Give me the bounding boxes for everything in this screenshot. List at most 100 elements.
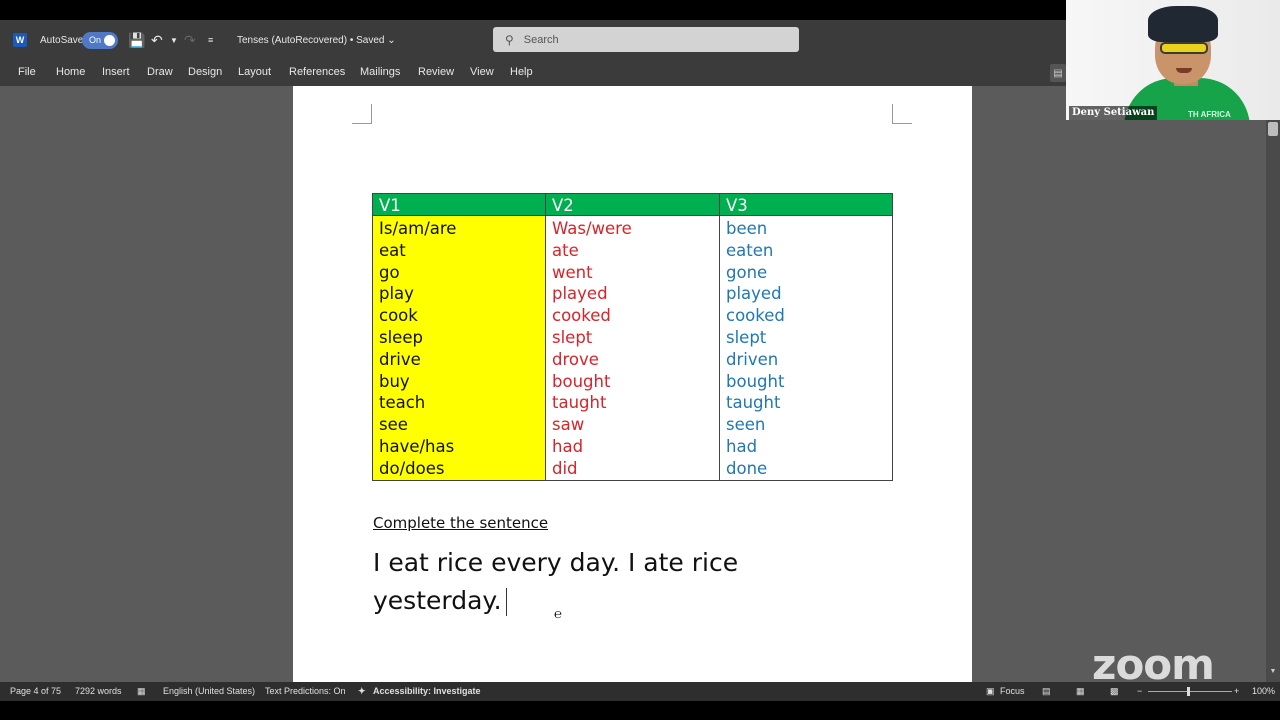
margin-corner-mark	[892, 104, 912, 124]
v2-word: cooked	[552, 306, 611, 326]
v3-word: eaten	[726, 240, 774, 260]
word-count[interactable]: 7292 words	[75, 686, 122, 696]
redo-icon[interactable]: ↷	[184, 20, 196, 60]
verb-forms-table[interactable]: V1 V2 V3 Is/am/are eat go play cook slee…	[372, 193, 893, 481]
sentence-paragraph[interactable]: I eat rice every day. I ate rice yesterd…	[373, 544, 793, 620]
tab-mailings[interactable]: Mailings	[360, 66, 400, 78]
tab-home[interactable]: Home	[56, 66, 85, 78]
v2-word: Was/were	[552, 219, 632, 238]
presenter-glasses	[1160, 42, 1208, 54]
v3-word: played	[726, 284, 782, 304]
tab-design[interactable]: Design	[188, 66, 222, 78]
sentence-line-1: I eat rice every day. I ate rice	[373, 548, 739, 577]
text-predictions-status[interactable]: Text Predictions: On	[265, 686, 346, 696]
tab-help[interactable]: Help	[510, 66, 533, 78]
v1-word: teach	[379, 393, 426, 413]
toggle-knob	[104, 34, 115, 46]
presenter-hair	[1148, 6, 1218, 42]
v1-word: buy	[379, 371, 410, 391]
v2-word: slept	[552, 327, 593, 347]
search-placeholder: Search	[523, 33, 559, 46]
word-logo-icon: W	[13, 20, 27, 60]
ribbon-tabs: File Home Insert Draw Design Layout Refe…	[0, 60, 1066, 86]
bottom-black-strip	[0, 701, 1280, 720]
vertical-scrollbar[interactable]	[1266, 120, 1280, 682]
header-v2[interactable]: V2	[545, 193, 720, 216]
v3-word: driven	[726, 349, 779, 369]
v2-word: bought	[552, 371, 611, 391]
search-icon: ⚲	[505, 32, 514, 47]
v1-column-cell[interactable]: Is/am/are eat go play cook sleep drive b…	[372, 215, 546, 481]
zoom-in-icon[interactable]: +	[1234, 686, 1239, 696]
v2-word: played	[552, 284, 608, 304]
focus-icon[interactable]: ▣	[986, 686, 995, 697]
page-count[interactable]: Page 4 of 75	[10, 686, 61, 696]
v1-word: have/has	[379, 436, 455, 456]
scroll-down-icon[interactable]: ▼	[1268, 668, 1278, 678]
top-black-strip	[0, 0, 1066, 20]
accessibility-status[interactable]: Accessibility: Investigate	[373, 686, 481, 696]
tab-draw[interactable]: Draw	[147, 66, 173, 78]
language-status[interactable]: English (United States)	[163, 686, 255, 696]
focus-button[interactable]: Focus	[1000, 686, 1025, 696]
document-title[interactable]: Tenses (AutoRecovered) • Saved ⌄	[237, 20, 396, 60]
header-v3[interactable]: V3	[719, 193, 893, 216]
text-cursor	[505, 588, 507, 616]
table-body-row: Is/am/are eat go play cook sleep drive b…	[372, 215, 893, 481]
v3-column-cell[interactable]: been eaten gone played cooked slept driv…	[719, 215, 893, 481]
v3-word: taught	[726, 393, 781, 413]
v3-word: done	[726, 458, 768, 478]
search-input[interactable]: ⚲ Search	[493, 27, 799, 52]
autosave-label: AutoSave	[40, 34, 84, 46]
shirt-print: TH AFRICA	[1188, 110, 1231, 119]
v1-word: Is/am/are	[379, 219, 457, 238]
document-page[interactable]: V1 V2 V3 Is/am/are eat go play cook slee…	[293, 86, 972, 682]
v3-word: bought	[726, 371, 785, 391]
v1-word: go	[379, 262, 400, 282]
tab-references[interactable]: References	[289, 66, 345, 78]
v3-word: cooked	[726, 306, 785, 326]
v3-word: gone	[726, 262, 768, 282]
zoom-watermark-logo: zoom	[1092, 640, 1215, 689]
v3-word: been	[726, 219, 768, 238]
tab-review[interactable]: Review	[418, 66, 454, 78]
v1-word: sleep	[379, 327, 423, 347]
v3-word: slept	[726, 327, 767, 347]
participant-video[interactable]: TH AFRICA Deny Setiawan	[1066, 0, 1280, 120]
v2-word: saw	[552, 415, 585, 435]
tab-insert[interactable]: Insert	[102, 66, 130, 78]
tab-layout[interactable]: Layout	[238, 66, 271, 78]
accessibility-icon[interactable]: ✦	[358, 686, 366, 697]
proofing-icon[interactable]: ▦	[137, 686, 146, 697]
customize-qat-icon[interactable]: ≡	[208, 20, 213, 60]
print-layout-icon[interactable]: ▦	[1076, 686, 1085, 697]
v1-word: cook	[379, 306, 418, 326]
title-bar: W AutoSave On 💾 ↶ ▼ ↷ ≡ Tenses (AutoReco…	[0, 20, 1066, 60]
zoom-slider[interactable]	[1148, 691, 1232, 692]
autosave-toggle[interactable]: On	[82, 20, 118, 60]
v2-word: had	[552, 436, 584, 456]
table-header-row: V1 V2 V3	[372, 193, 893, 216]
scrollbar-thumb[interactable]	[1268, 122, 1278, 136]
comment-icon[interactable]: ▤	[1050, 64, 1066, 82]
read-mode-icon[interactable]: ▤	[1042, 686, 1051, 697]
v1-word: drive	[379, 349, 421, 369]
save-icon[interactable]: 💾	[128, 20, 145, 60]
section-heading[interactable]: Complete the sentence	[373, 514, 548, 532]
zoom-level[interactable]: 100%	[1252, 686, 1275, 696]
v1-word: play	[379, 284, 414, 304]
v3-word: seen	[726, 415, 766, 435]
undo-icon[interactable]: ↶	[151, 20, 163, 60]
v2-word: ate	[552, 240, 579, 260]
tab-view[interactable]: View	[470, 66, 494, 78]
v1-word: do/does	[379, 458, 445, 478]
header-v1[interactable]: V1	[372, 193, 546, 216]
presenter-mouth	[1176, 68, 1192, 73]
v2-word: taught	[552, 393, 607, 413]
status-bar: Page 4 of 75 7292 words ▦ English (Unite…	[0, 682, 1280, 701]
participant-name: Deny Setiawan	[1069, 106, 1158, 120]
tab-file[interactable]: File	[18, 66, 36, 78]
document-title-text: Tenses (AutoRecovered) • Saved	[237, 34, 385, 46]
v2-column-cell[interactable]: Was/were ate went played cooked slept dr…	[545, 215, 720, 481]
undo-dropdown-icon[interactable]: ▼	[170, 20, 178, 60]
